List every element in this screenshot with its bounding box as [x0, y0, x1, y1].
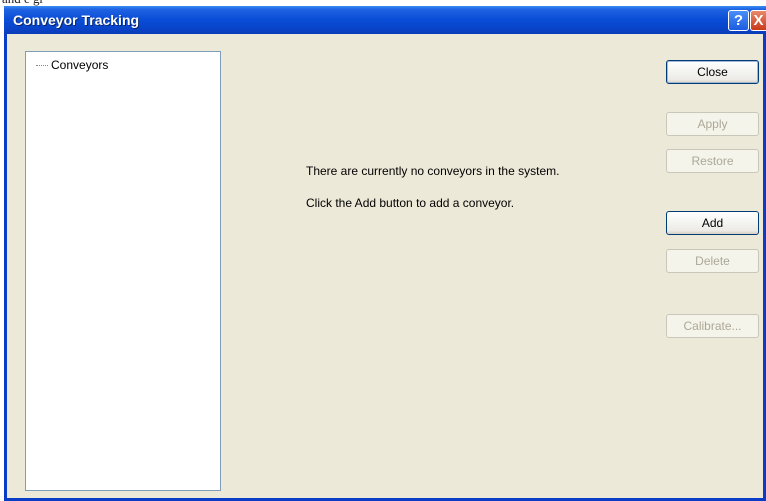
tree-item-label: Conveyors [51, 58, 109, 72]
add-instruction-message: Click the Add button to add a conveyor. [306, 196, 515, 210]
no-conveyors-message: There are currently no conveyors in the … [306, 164, 560, 178]
tree-connector-line [36, 64, 48, 66]
apply-button[interactable]: Apply [666, 112, 759, 136]
delete-button[interactable]: Delete [666, 249, 759, 273]
window-title: Conveyor Tracking [13, 12, 140, 28]
conveyor-tree[interactable]: Conveyors [25, 51, 221, 491]
tree-item-conveyors[interactable]: Conveyors [36, 58, 108, 72]
restore-button[interactable]: Restore [666, 149, 759, 173]
close-icon[interactable]: X [750, 10, 766, 31]
calibrate-button[interactable]: Calibrate... [666, 314, 759, 338]
add-button[interactable]: Add [666, 211, 759, 235]
dialog-client-area: Conveyors There are currently no conveyo… [7, 34, 763, 498]
help-icon[interactable]: ? [728, 10, 749, 31]
close-button[interactable]: Close [666, 60, 759, 84]
conveyor-tracking-dialog: Conveyor Tracking ? X Conveyors There ar… [4, 6, 766, 501]
title-bar[interactable]: Conveyor Tracking ? X [4, 6, 766, 34]
